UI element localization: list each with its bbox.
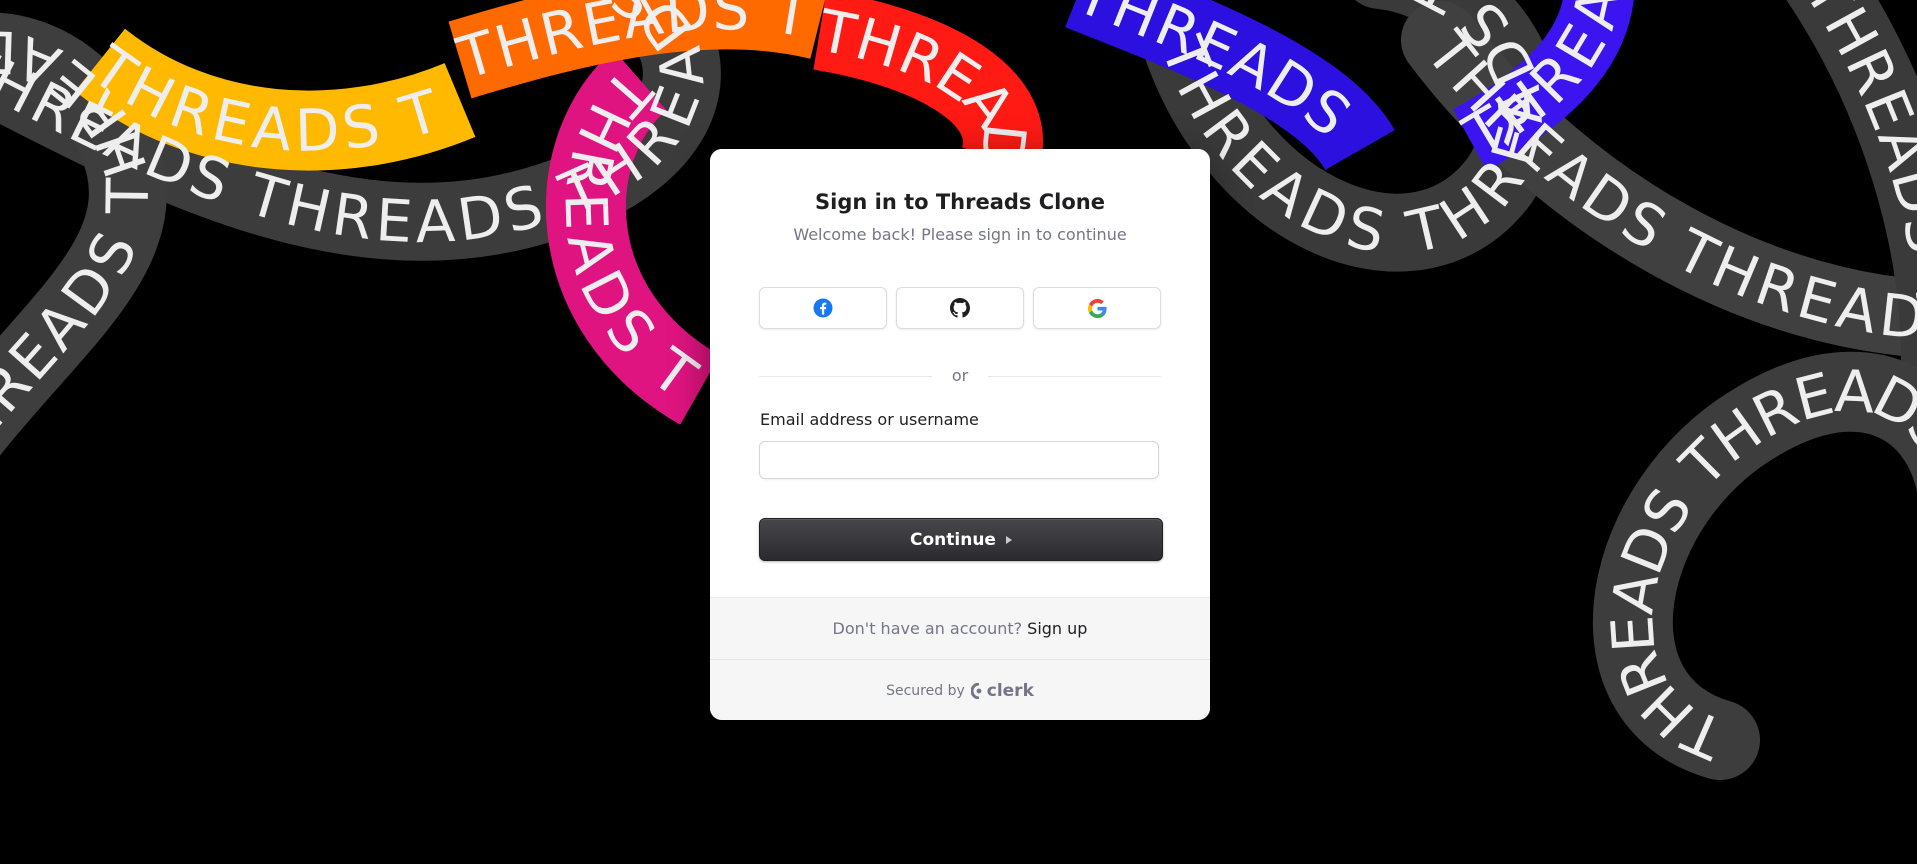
email-field[interactable] [759,441,1159,479]
continue-button[interactable]: Continue [759,518,1163,561]
sign-in-form: Sign in to Threads Clone Welcome back! P… [710,149,1210,597]
page-title: Sign in to Threads Clone [815,190,1105,214]
caret-right-icon [1005,535,1012,544]
google-icon [1087,298,1107,318]
github-sign-in-button[interactable] [896,287,1024,329]
continue-label: Continue [910,529,996,550]
sign-up-link[interactable]: Sign up [1027,619,1087,638]
divider-line [988,376,1161,377]
signup-prompt-row: Don't have an account? Sign up [710,598,1210,660]
secured-by-row: Secured by clerk [710,660,1210,720]
page-subtitle: Welcome back! Please sign in to continue [793,225,1127,244]
secured-by-text: Secured by [886,682,965,699]
social-buttons [759,287,1161,329]
google-sign-in-button[interactable] [1033,287,1161,329]
card-footer: Don't have an account? Sign up Secured b… [710,597,1210,720]
clerk-logo[interactable]: clerk [970,680,1034,701]
clerk-icon [970,682,982,699]
or-divider: or [759,366,1161,386]
facebook-sign-in-button[interactable] [759,287,887,329]
clerk-brand-text: clerk [986,680,1034,701]
sign-in-card: Sign in to Threads Clone Welcome back! P… [710,149,1210,720]
github-icon [950,298,970,318]
email-label: Email address or username [760,410,979,429]
signup-prompt: Don't have an account? [832,619,1023,638]
facebook-icon [813,298,833,318]
